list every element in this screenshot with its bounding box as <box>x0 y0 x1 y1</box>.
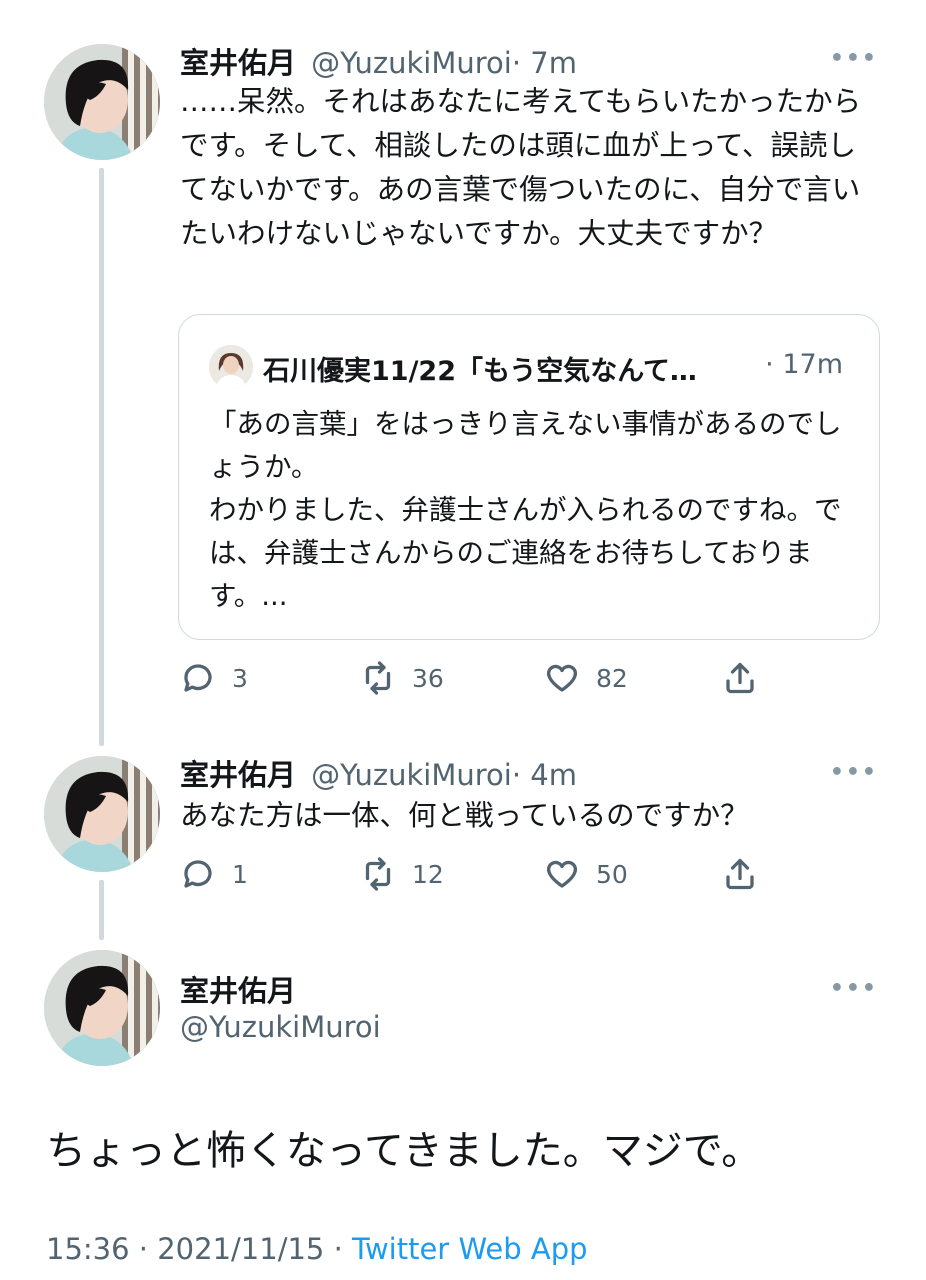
like-button[interactable]: 50 <box>544 856 628 892</box>
tweet1-actions: 3 36 82 <box>180 660 780 700</box>
author-handle[interactable]: @YuzukiMuroi <box>311 758 512 792</box>
retweet-button[interactable]: 12 <box>360 856 444 892</box>
author-handle[interactable]: @YuzukiMuroi <box>311 46 512 80</box>
quoted-avatar <box>209 345 253 389</box>
tweet2-actions: 1 12 50 <box>180 856 780 896</box>
quoted-author: 石川優実11/22「もう空気なんて… <box>263 356 697 387</box>
more-dots-icon[interactable]: ••• <box>830 46 878 71</box>
retweet-icon <box>365 857 391 891</box>
retweet-button[interactable]: 36 <box>360 660 444 696</box>
heart-icon <box>546 664 578 692</box>
avatar[interactable] <box>44 756 160 872</box>
retweet-count: 36 <box>412 663 444 693</box>
reply-icon <box>184 664 212 692</box>
share-icon <box>726 858 754 890</box>
reply-count: 1 <box>232 859 248 889</box>
quoted-tweet[interactable]: 石川優実11/22「もう空気なんて… · 17m 「あの言葉」をはっきり言えない… <box>178 314 880 640</box>
source-app-link[interactable]: Twitter Web App <box>352 1232 588 1266</box>
quoted-text: 「あの言葉」をはっきり言えない事情があるのでしょうか。 わかりました、弁護士さん… <box>209 408 842 612</box>
retweet-count: 12 <box>412 859 444 889</box>
avatar-image <box>44 950 160 1066</box>
tweet-time[interactable]: · 7m <box>512 46 577 80</box>
thread-line <box>99 168 104 746</box>
timestamp-text[interactable]: 15:36 · 2021/11/15 · <box>46 1232 352 1266</box>
more-dots-icon[interactable]: ••• <box>830 760 878 785</box>
avatar[interactable] <box>44 950 160 1066</box>
author-handle[interactable]: @YuzukiMuroi <box>180 1010 381 1044</box>
tweet-timestamp: 15:36 · 2021/11/15 · Twitter Web App <box>46 1232 588 1266</box>
retweet-icon <box>365 661 391 695</box>
reply-button[interactable]: 3 <box>180 660 248 696</box>
quoted-time: · 17m <box>765 349 843 380</box>
author-name[interactable]: 室井佑月 <box>180 46 296 80</box>
share-button[interactable] <box>722 856 758 892</box>
avatar[interactable] <box>44 44 160 160</box>
tweet-text: ……呆然。それはあなたに考えてもらいたかったからです。そして、相談したのは頭に血… <box>180 85 862 250</box>
heart-icon <box>546 860 578 888</box>
thread-line <box>99 880 104 940</box>
tweet1-header: 室井佑月 @YuzukiMuroi· 7m <box>180 40 577 82</box>
main-tweet-text: ちょっと怖くなってきました。マジで。 <box>46 1128 762 1174</box>
like-button[interactable]: 82 <box>544 660 628 696</box>
reply-icon <box>184 860 212 888</box>
avatar-image <box>44 756 160 872</box>
tweet2-header: 室井佑月 @YuzukiMuroi· 4m <box>180 752 577 794</box>
reply-count: 3 <box>232 663 248 693</box>
tweet-text: あなた方は一体、何と戦っているのですか？ <box>180 799 749 832</box>
like-count: 82 <box>596 663 628 693</box>
avatar-image <box>44 44 160 160</box>
author-name[interactable]: 室井佑月 <box>180 758 296 792</box>
quoted-avatar-image <box>209 345 253 389</box>
reply-button[interactable]: 1 <box>180 856 248 892</box>
like-count: 50 <box>596 859 628 889</box>
author-name[interactable]: 室井佑月 <box>180 968 296 1010</box>
tweet-time[interactable]: · 4m <box>512 758 577 792</box>
more-dots-icon[interactable]: ••• <box>830 976 878 1001</box>
share-button[interactable] <box>722 660 758 696</box>
share-icon <box>726 662 754 694</box>
